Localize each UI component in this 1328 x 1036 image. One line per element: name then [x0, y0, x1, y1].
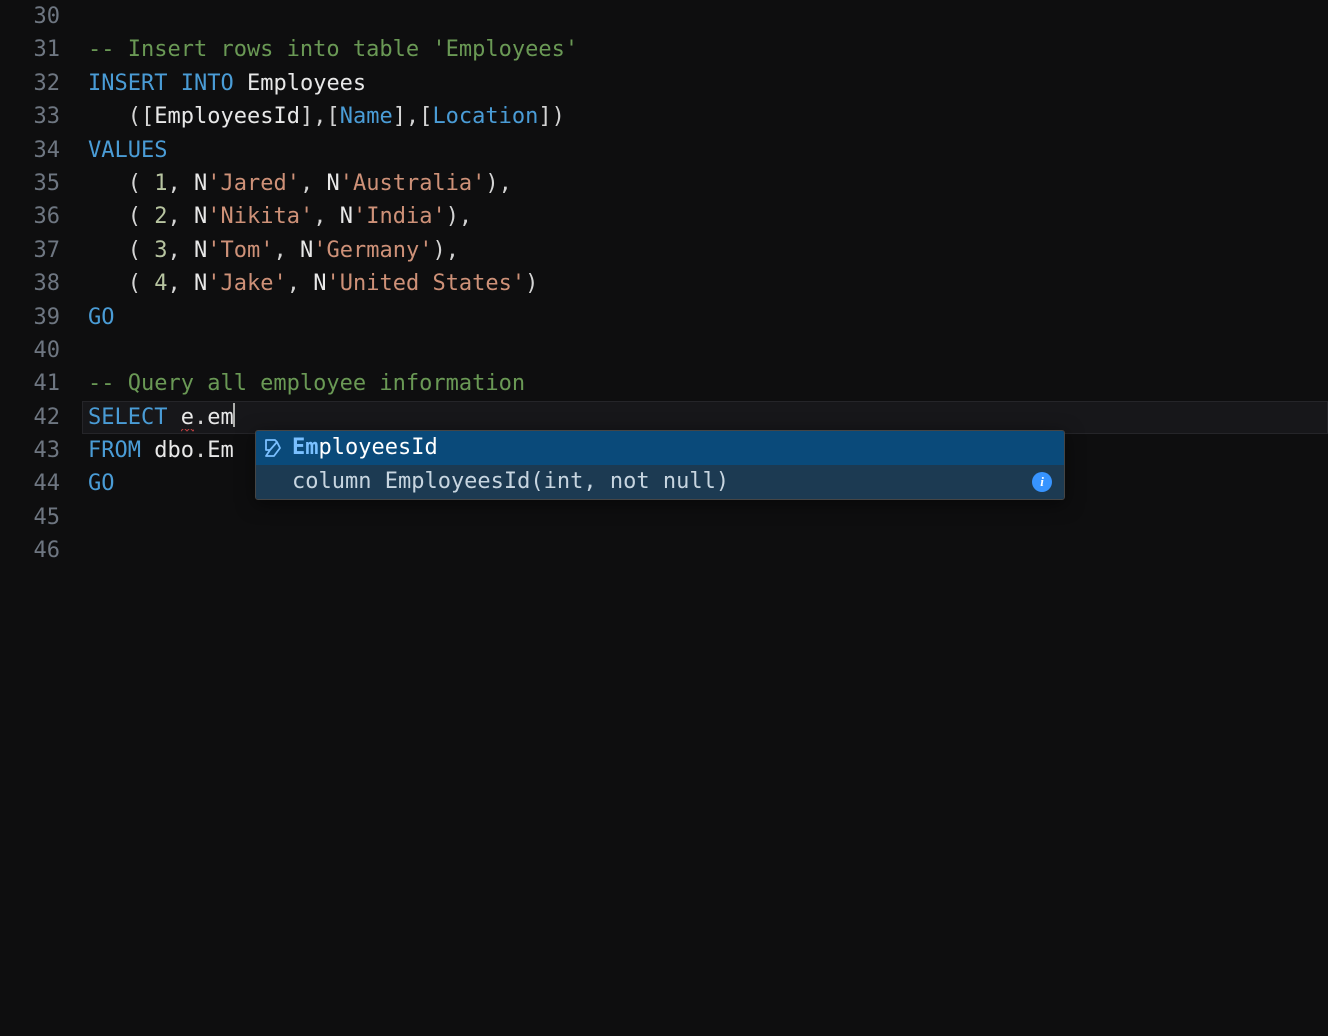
line-number-gutter: 30 31 32 33 34 35 36 37 38 39 40 41 42 4…	[0, 0, 88, 1036]
line-number: 45	[0, 501, 60, 534]
line-number: 42	[0, 401, 60, 434]
line-number: 37	[0, 234, 60, 267]
error-squiggle: e	[181, 405, 194, 432]
info-icon[interactable]: i	[1032, 472, 1052, 492]
line-number: 33	[0, 100, 60, 133]
line-number: 32	[0, 67, 60, 100]
line-number: 39	[0, 301, 60, 334]
field-icon	[262, 437, 284, 459]
line-number: 40	[0, 334, 60, 367]
line-number: 30	[0, 0, 60, 33]
code-line[interactable]: ( 4, N'Jake', N'United States')	[88, 267, 1328, 300]
line-number: 35	[0, 167, 60, 200]
code-area[interactable]: -- Insert rows into table 'Employees' IN…	[88, 0, 1328, 1036]
line-number: 38	[0, 267, 60, 300]
code-line[interactable]	[88, 334, 1328, 367]
suggestion-label: EmployeesId	[292, 431, 438, 464]
code-line[interactable]: VALUES	[88, 134, 1328, 167]
code-line[interactable]	[88, 534, 1328, 567]
code-line[interactable]: ( 2, N'Nikita', N'India'),	[88, 200, 1328, 233]
code-line[interactable]: -- Insert rows into table 'Employees'	[88, 33, 1328, 66]
line-number: 44	[0, 467, 60, 500]
code-line[interactable]	[88, 501, 1328, 534]
code-line[interactable]	[88, 0, 1328, 33]
code-line[interactable]: ([EmployeesId],[Name],[Location])	[88, 100, 1328, 133]
line-number: 34	[0, 134, 60, 167]
text-cursor	[233, 403, 235, 427]
suggestion-detail: column EmployeesId(int, not null) i	[256, 465, 1064, 499]
line-number: 46	[0, 534, 60, 567]
intellisense-popup[interactable]: EmployeesId column EmployeesId(int, not …	[255, 430, 1065, 500]
suggestion-detail-text: column EmployeesId(int, not null)	[262, 465, 729, 498]
code-editor[interactable]: 30 31 32 33 34 35 36 37 38 39 40 41 42 4…	[0, 0, 1328, 1036]
line-number: 43	[0, 434, 60, 467]
code-line[interactable]: -- Query all employee information	[88, 367, 1328, 400]
code-line[interactable]: ( 1, N'Jared', N'Australia'),	[88, 167, 1328, 200]
suggestion-item[interactable]: EmployeesId	[256, 431, 1064, 465]
code-line[interactable]: ( 3, N'Tom', N'Germany'),	[88, 234, 1328, 267]
line-number: 36	[0, 200, 60, 233]
code-line[interactable]: GO	[88, 301, 1328, 334]
code-line[interactable]: INSERT INTO Employees	[88, 67, 1328, 100]
line-number: 41	[0, 367, 60, 400]
line-number: 31	[0, 33, 60, 66]
